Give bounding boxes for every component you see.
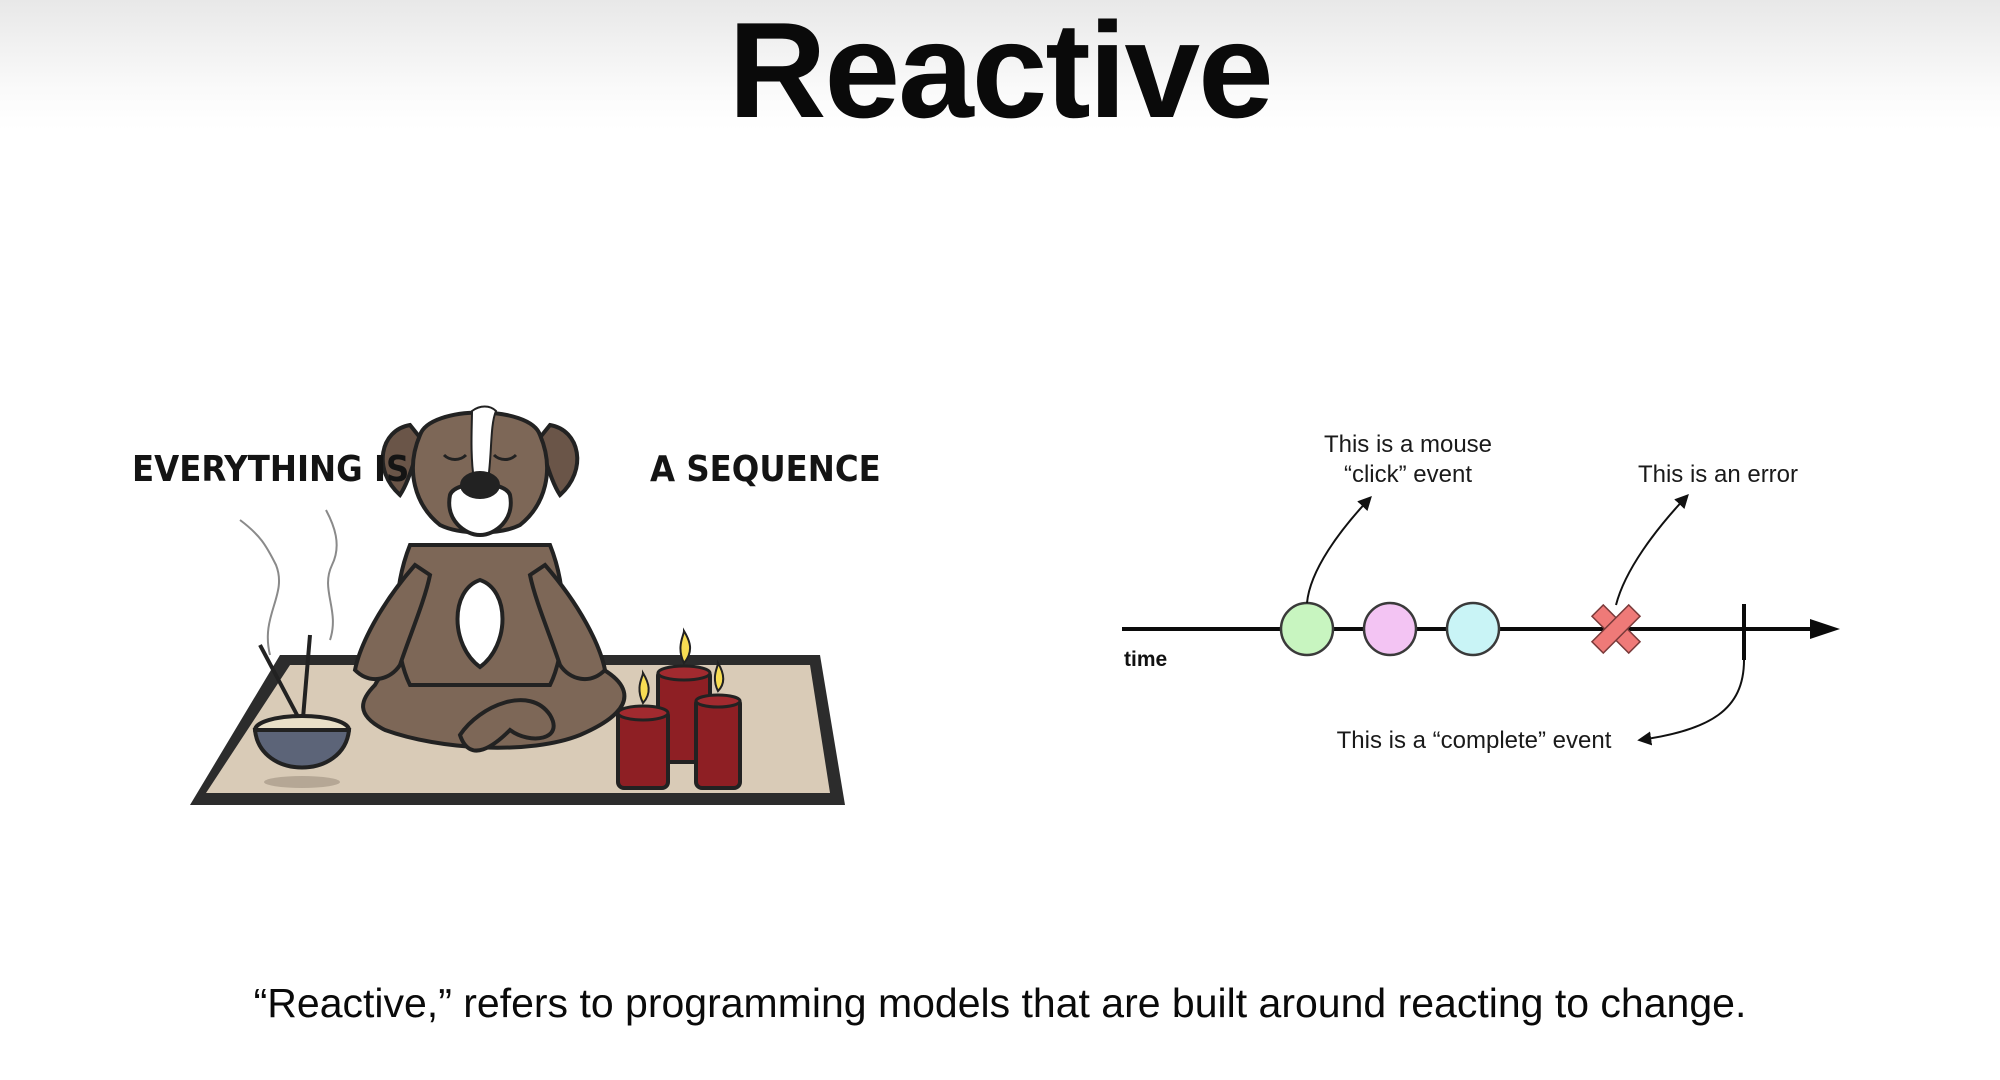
time-axis-label: time xyxy=(1124,648,1167,671)
meditating-dog-illustration: EVERYTHING IS A SEQUENCE xyxy=(110,385,900,815)
complete-annotation: This is a “complete” event xyxy=(1337,727,1612,754)
complete-annotation-arrow xyxy=(1637,659,1745,746)
incense-smoke xyxy=(239,509,338,656)
event-marble xyxy=(1362,601,1418,657)
everything-is-label: EVERYTHING IS xyxy=(132,449,409,490)
timeline-arrowhead xyxy=(1810,619,1840,639)
error-annotation: This is an error xyxy=(1638,461,1798,488)
click-event-marble xyxy=(1279,601,1335,657)
a-sequence-label: A SEQUENCE xyxy=(650,449,881,490)
slide-title: Reactive xyxy=(728,0,1273,146)
click-annotation-line2: “click” event xyxy=(1344,461,1472,488)
event-marble xyxy=(1445,601,1501,657)
slide-caption: “Reactive,” refers to programming models… xyxy=(253,980,1747,1026)
click-annotation-line1: This is a mouse xyxy=(1324,431,1492,458)
click-annotation-arrow xyxy=(1306,495,1372,604)
slide: Reactive EVERYTHING IS A SEQUENCE time T… xyxy=(0,0,2000,1080)
marble-diagram: time This is a mouse “click” event This … xyxy=(1110,420,1870,760)
error-annotation-arrow xyxy=(1615,493,1689,606)
